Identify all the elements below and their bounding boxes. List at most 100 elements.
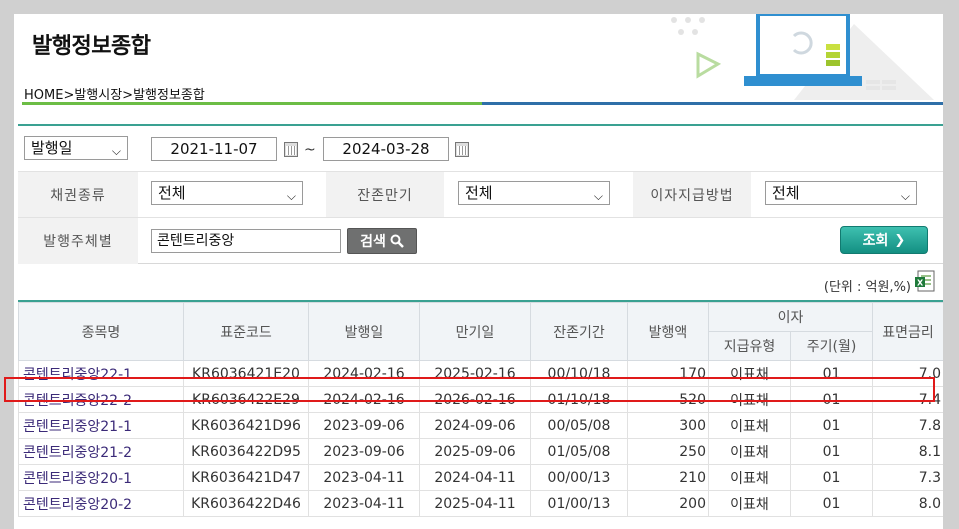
cell-amount: 250 (627, 438, 709, 465)
cell-issue-date: 2023-04-11 (308, 464, 420, 491)
cell-maturity: 2024-09-06 (419, 412, 531, 439)
page-title: 발행정보종합 (32, 34, 151, 59)
cell-remaining: 01/05/08 (530, 438, 628, 465)
cell-code: KR6036421D96 (183, 412, 309, 439)
bond-name-link[interactable]: 콘텐트리중앙20-2 (18, 490, 184, 517)
date-range-separator: ~ (304, 142, 316, 158)
search-row-issuer: 발행주체별 콘텐트리중앙 검색 조회 ❯ (18, 218, 943, 264)
chevron-down-icon: ⌵ (286, 189, 296, 203)
cell-pay-type: 이표채 (708, 386, 791, 413)
cell-maturity: 2025-09-06 (419, 438, 531, 465)
search-icon (390, 234, 404, 248)
chevron-down-icon: ⌵ (900, 189, 910, 203)
cell-period: 01 (789, 464, 874, 491)
excel-download-icon[interactable]: X (915, 270, 935, 292)
bond-type-value: 전체 (158, 184, 186, 202)
breadcrumb: HOME>발행시장>발행정보종합 (24, 88, 205, 103)
cell-issue-date: 2023-09-06 (308, 412, 420, 439)
table-row[interactable]: 콘텐트리중앙22-2 KR6036422E29 2024-02-16 2026-02-… (18, 386, 943, 413)
cell-maturity: 2024-04-11 (419, 464, 531, 491)
date-from-input[interactable]: 2021-11-07 (151, 137, 277, 161)
search-row-date: 발행일 ⌵ 2021-11-07 ~ 2024-03-28 (18, 126, 943, 172)
col-header-remaining[interactable]: 잔존기간 (530, 302, 628, 361)
cell-coupon: 8.1 (872, 438, 943, 465)
cell-code: KR6036422D95 (183, 438, 309, 465)
results-table: 종목명 표준코드 발행일 만기일 잔존기간 발행액 이자 표면금리 지급유형 주… (18, 300, 943, 517)
issuer-label: 발행주체별 (18, 218, 138, 264)
bond-name-link[interactable]: 콘텐트리중앙22-2 (18, 386, 184, 413)
page-content: 발행정보종합 HOME>발행시장>발행정보종합 발행일 ⌵ 2021-11-07… (14, 14, 943, 529)
cell-coupon: 7.4 (872, 386, 943, 413)
col-header-name[interactable]: 종목명 (18, 302, 184, 361)
search-panel: 발행일 ⌵ 2021-11-07 ~ 2024-03-28 채권종류 전체 ⌵ … (18, 124, 943, 264)
remaining-maturity-label: 잔존만기 (326, 172, 444, 217)
interest-method-value: 전체 (772, 184, 800, 202)
col-header-period[interactable]: 주기(월) (789, 331, 874, 361)
header-illustration (671, 14, 934, 100)
cell-code: KR6036422D46 (183, 490, 309, 517)
cell-pay-type: 이표채 (708, 490, 791, 517)
table-row[interactable]: 콘텐트리중앙22-1 KR6036421E20 2024-02-16 2025-02-… (18, 360, 943, 387)
date-to-input[interactable]: 2024-03-28 (323, 137, 449, 161)
col-header-amount[interactable]: 발행액 (627, 302, 709, 361)
cell-coupon: 8.0 (872, 490, 943, 517)
cell-issue-date: 2024-02-16 (308, 386, 420, 413)
bond-name-link[interactable]: 콘텐트리중앙21-2 (18, 438, 184, 465)
cell-issue-date: 2023-04-11 (308, 490, 420, 517)
col-header-maturity[interactable]: 만기일 (419, 302, 531, 361)
chevron-down-icon: ⌵ (593, 189, 603, 203)
col-header-issue-date[interactable]: 발행일 (308, 302, 420, 361)
header-divider-green (22, 102, 482, 105)
calendar-icon[interactable] (284, 142, 298, 157)
cell-period: 01 (789, 412, 874, 439)
col-header-pay-type[interactable]: 지급유형 (708, 331, 791, 361)
cell-remaining: 00/05/08 (530, 412, 628, 439)
cell-pay-type: 이표채 (708, 360, 791, 387)
search-row-filters: 채권종류 전체 ⌵ 잔존만기 전체 ⌵ 이자지급방법 전체 ⌵ (18, 172, 943, 218)
cell-code: KR6036422E29 (183, 386, 309, 413)
cell-issue-date: 2024-02-16 (308, 360, 420, 387)
cell-remaining: 00/00/13 (530, 464, 628, 491)
cell-issue-date: 2023-09-06 (308, 438, 420, 465)
date-type-select[interactable]: 발행일 ⌵ (24, 136, 128, 160)
chevron-right-icon: ❯ (894, 232, 906, 248)
issuer-input[interactable]: 콘텐트리중앙 (151, 229, 341, 253)
bond-name-link[interactable]: 콘텐트리중앙21-1 (18, 412, 184, 439)
bond-type-label: 채권종류 (18, 172, 138, 217)
col-header-code[interactable]: 표준코드 (183, 302, 309, 361)
remaining-maturity-select[interactable]: 전체 ⌵ (458, 181, 610, 205)
cell-period: 01 (789, 360, 874, 387)
bond-name-link[interactable]: 콘텐트리중앙20-1 (18, 464, 184, 491)
bond-name-link[interactable]: 콘텐트리중앙22-1 (18, 360, 184, 387)
unit-label: (단위 : 억원,%) (823, 280, 911, 295)
cell-period: 01 (789, 490, 874, 517)
bond-type-select[interactable]: 전체 ⌵ (151, 181, 303, 205)
table-row[interactable]: 콘텐트리중앙21-2 KR6036422D95 2023-09-06 2025-09-… (18, 438, 943, 465)
cell-code: KR6036421E20 (183, 360, 309, 387)
table-row[interactable]: 콘텐트리중앙20-1 KR6036421D47 2023-04-11 2024-04-… (18, 464, 943, 491)
cell-remaining: 01/10/18 (530, 386, 628, 413)
search-button-label: 검색 (360, 234, 386, 250)
remaining-maturity-value: 전체 (465, 184, 493, 202)
cell-amount: 300 (627, 412, 709, 439)
cell-amount: 200 (627, 490, 709, 517)
search-button[interactable]: 검색 (347, 228, 417, 254)
cell-coupon: 7.3 (872, 464, 943, 491)
cell-pay-type: 이표채 (708, 464, 791, 491)
cell-amount: 170 (627, 360, 709, 387)
cell-maturity: 2025-04-11 (419, 490, 531, 517)
cell-amount: 520 (627, 386, 709, 413)
query-button[interactable]: 조회 ❯ (840, 226, 928, 254)
table-row[interactable]: 콘텐트리중앙21-1 KR6036421D96 2023-09-06 2024-09-… (18, 412, 943, 439)
cell-remaining: 00/10/18 (530, 360, 628, 387)
cell-period: 01 (789, 386, 874, 413)
col-header-coupon[interactable]: 표면금리 (872, 302, 943, 361)
cell-pay-type: 이표채 (708, 438, 791, 465)
interest-method-select[interactable]: 전체 ⌵ (765, 181, 917, 205)
cell-amount: 210 (627, 464, 709, 491)
calendar-icon[interactable] (455, 142, 469, 157)
query-button-label: 조회 (862, 233, 889, 249)
cell-code: KR6036421D47 (183, 464, 309, 491)
table-row[interactable]: 콘텐트리중앙20-2 KR6036422D46 2023-04-11 2025-04-… (18, 490, 943, 517)
cell-remaining: 01/00/13 (530, 490, 628, 517)
